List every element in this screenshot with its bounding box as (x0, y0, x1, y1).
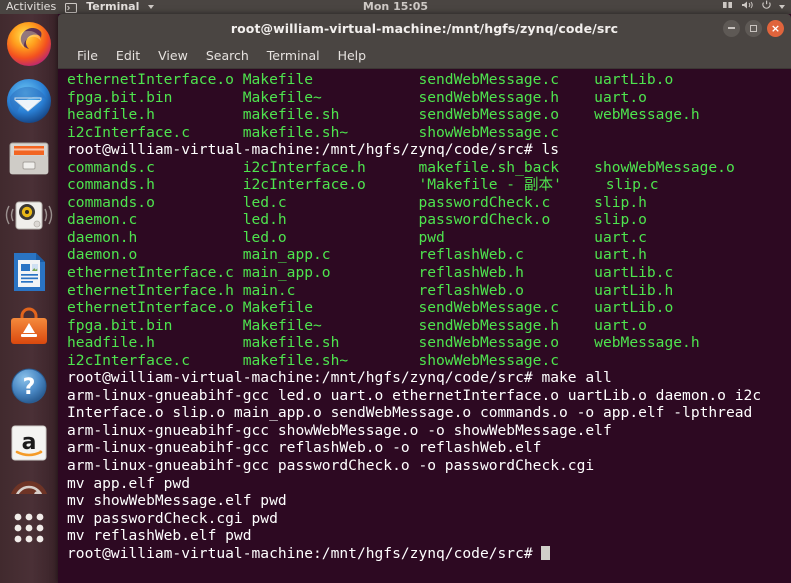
menu-view[interactable]: View (149, 46, 197, 65)
activities-button[interactable]: Activities (6, 0, 56, 14)
terminal-output-area[interactable]: ethernetInterface.o Makefile sendWebMess… (58, 69, 791, 583)
terminal-line: mv app.elf pwd (67, 474, 191, 492)
terminal-listing-line: headfile.h makefile.sh sendWebMessage.o … (67, 334, 700, 352)
terminal-line: root@william-virtual-machine:/mnt/hgfs/z… (67, 141, 560, 159)
terminal-listing-line: daemon.o main_app.c reflashWeb.c uart.h (67, 246, 647, 264)
terminal-window: root@william-virtual-machine:/mnt/hgfs/z… (58, 14, 791, 583)
launcher-item-libreoffice-writer[interactable] (5, 248, 53, 296)
terminal-listing-line: i2cInterface.c makefile.sh~ showWebMessa… (67, 351, 595, 369)
terminal-line: root@william-virtual-machine:/mnt/hgfs/z… (67, 545, 791, 563)
menu-bar: File Edit View Search Terminal Help (58, 42, 791, 69)
terminal-listing-line: headfile.h makefile.sh sendWebMessage.o … (67, 106, 700, 124)
terminal-icon (65, 2, 78, 14)
terminal-listing-line: ethernetInterface.o Makefile sendWebMess… (67, 299, 674, 317)
volume-icon[interactable] (741, 0, 754, 14)
launcher-item-show-applications[interactable] (5, 504, 53, 552)
network-icon[interactable] (722, 0, 734, 14)
terminal-cursor (541, 545, 551, 560)
terminal-line: Interface.o slip.o main_app.o sendWebMes… (67, 404, 753, 422)
terminal-listing-line: ethernetInterface.o Makefile sendWebMess… (67, 71, 674, 88)
terminal-line: mv passwordCheck.cgi pwd (67, 509, 278, 527)
launcher-item-ubuntu-software[interactable] (5, 305, 53, 353)
terminal-listing-line: commands.o led.c passwordCheck.c slip.h (67, 193, 647, 211)
launcher-item-help[interactable]: ? (5, 362, 53, 410)
window-controls: × (723, 19, 791, 37)
menu-file[interactable]: File (68, 46, 107, 65)
terminal-listing-line: i2cInterface.c makefile.sh~ showWebMessa… (67, 123, 595, 141)
terminal-listing-line: fpga.bit.bin Makefile~ sendWebMessage.h … (67, 88, 647, 106)
terminal-listing-line: commands.c i2cInterface.h makefile.sh_ba… (67, 158, 735, 176)
minimize-button[interactable] (723, 19, 740, 37)
terminal-listing-line: commands.h i2cInterface.o 'Makefile - 副本… (67, 176, 659, 194)
menu-terminal[interactable]: Terminal (258, 46, 329, 65)
desktop-screen: Activities Terminal Mon 15:05 ? a root@w… (0, 0, 791, 583)
launcher-item-amazon[interactable]: a (5, 419, 53, 467)
launcher-item-firefox[interactable] (5, 20, 53, 68)
launcher-item-system-settings[interactable] (5, 476, 53, 494)
launcher-item-rhythmbox[interactable] (5, 191, 53, 239)
launcher-item-files[interactable] (5, 134, 53, 182)
unity-launcher: ? a (0, 14, 58, 583)
menu-edit[interactable]: Edit (107, 46, 149, 65)
gnome-top-bar: Activities Terminal Mon 15:05 (0, 0, 791, 14)
terminal-listing-line: ethernetInterface.c main_app.o reflashWe… (67, 264, 674, 282)
terminal-listing-line: ethernetInterface.h main.c reflashWeb.o … (67, 281, 674, 299)
power-icon[interactable] (761, 0, 772, 14)
terminal-line: arm-linux-gnueabihf-gcc reflashWeb.o -o … (67, 439, 542, 457)
chevron-down-icon[interactable] (148, 5, 155, 9)
menu-search[interactable]: Search (197, 46, 258, 65)
launcher-item-thunderbird[interactable] (5, 77, 53, 125)
terminal-line: arm-linux-gnueabihf-gcc showWebMessage.o… (67, 421, 612, 439)
terminal-text: ethernetInterface.o Makefile sendWebMess… (58, 71, 791, 562)
terminal-line: root@william-virtual-machine:/mnt/hgfs/z… (67, 369, 612, 387)
svg-text:a: a (22, 430, 37, 455)
terminal-line: mv showWebMessage.elf pwd (67, 492, 287, 510)
terminal-line: arm-linux-gnueabihf-gcc led.o uart.o eth… (67, 386, 762, 404)
close-button[interactable]: × (767, 19, 784, 37)
maximize-button[interactable] (745, 19, 762, 37)
menu-help[interactable]: Help (329, 46, 376, 65)
terminal-line: arm-linux-gnueabihf-gcc passwordCheck.o … (67, 457, 595, 475)
svg-text:?: ? (23, 375, 36, 400)
system-menu-chevron-down-icon[interactable] (779, 5, 785, 9)
window-titlebar[interactable]: root@william-virtual-machine:/mnt/hgfs/z… (58, 14, 791, 42)
terminal-listing-line: fpga.bit.bin Makefile~ sendWebMessage.h … (67, 316, 647, 334)
window-title: root@william-virtual-machine:/mnt/hgfs/z… (230, 20, 619, 36)
terminal-line: mv reflashWeb.elf pwd (67, 527, 252, 545)
active-app-name[interactable]: Terminal (86, 0, 139, 14)
terminal-listing-line: daemon.h led.o pwd uart.c (67, 228, 647, 246)
terminal-listing-line: daemon.c led.h passwordCheck.o slip.o (67, 211, 647, 229)
